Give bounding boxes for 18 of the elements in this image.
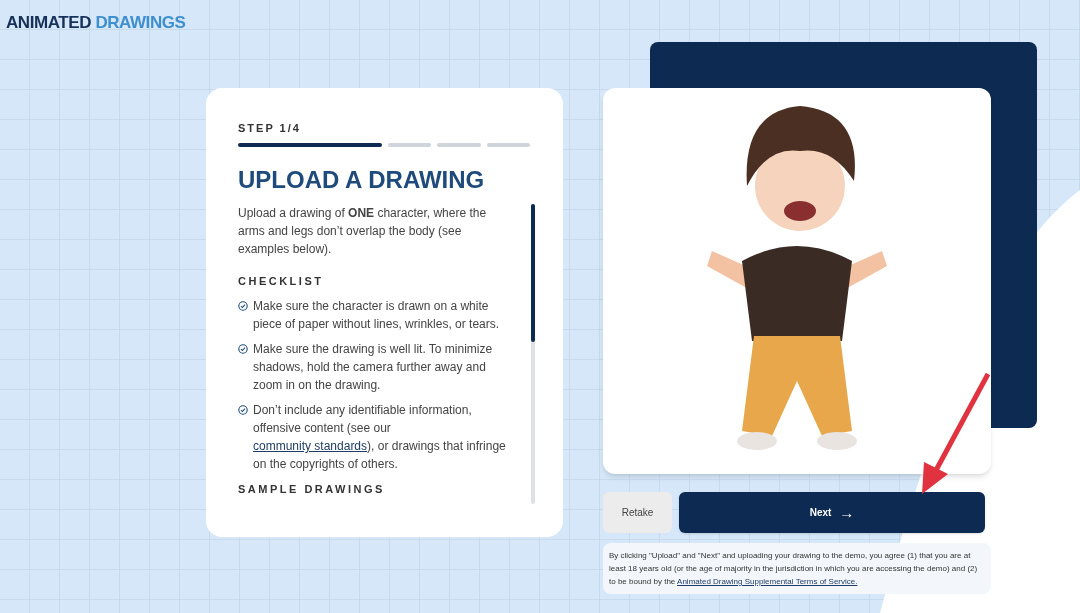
checklist-item: Make sure the character is drawn on a white piece of paper without lines, wrinkles, or tears.: [253, 298, 501, 333]
scrollbar[interactable]: [531, 203, 535, 504]
section-heading: CHECKLIST: [238, 273, 325, 289]
link[interactable]: community standards: [253, 439, 368, 453]
retake-button[interactable]: Retake: [603, 492, 672, 533]
check-circle-icon: [238, 344, 248, 354]
step-label: STEP 1/4: [238, 121, 302, 136]
check-circle-icon: [238, 301, 248, 311]
terms-text: By clicking "Upload" and "Next" and uploading your drawing to the demo, you agree (1) that you are at least 18 years old (or the age of majority in the jurisdiction in which you are accessing the demo) and (2) to be bound by the Animated Drawing Supplemental Terms of Service.: [603, 543, 991, 594]
section-heading: SAMPLE DRAWINGS: [238, 482, 386, 497]
logo[interactable]: ANIMATED DRAWINGS: [0, 0, 1080, 42]
page-title: UPLOAD A DRAWING: [238, 164, 486, 195]
checklist-item: Make sure the drawing is well lit. To minimize shadows, hold the camera further away and zoom in on the drawing.: [253, 341, 494, 394]
checklist-item: Don’t include any identifiable information, offensive content (see our community standards), or drawings that infringe on the copyrights of others.: [253, 402, 507, 473]
next-button[interactable]: Next →: [679, 492, 985, 533]
terms-link[interactable]: Animated Drawing Supplemental Terms of Service.: [677, 577, 858, 586]
check-circle-icon: [238, 405, 248, 415]
intro-text: Upload a drawing of ONE character, where the arms and legs don’t overlap the body (see examples below).: [238, 204, 488, 258]
